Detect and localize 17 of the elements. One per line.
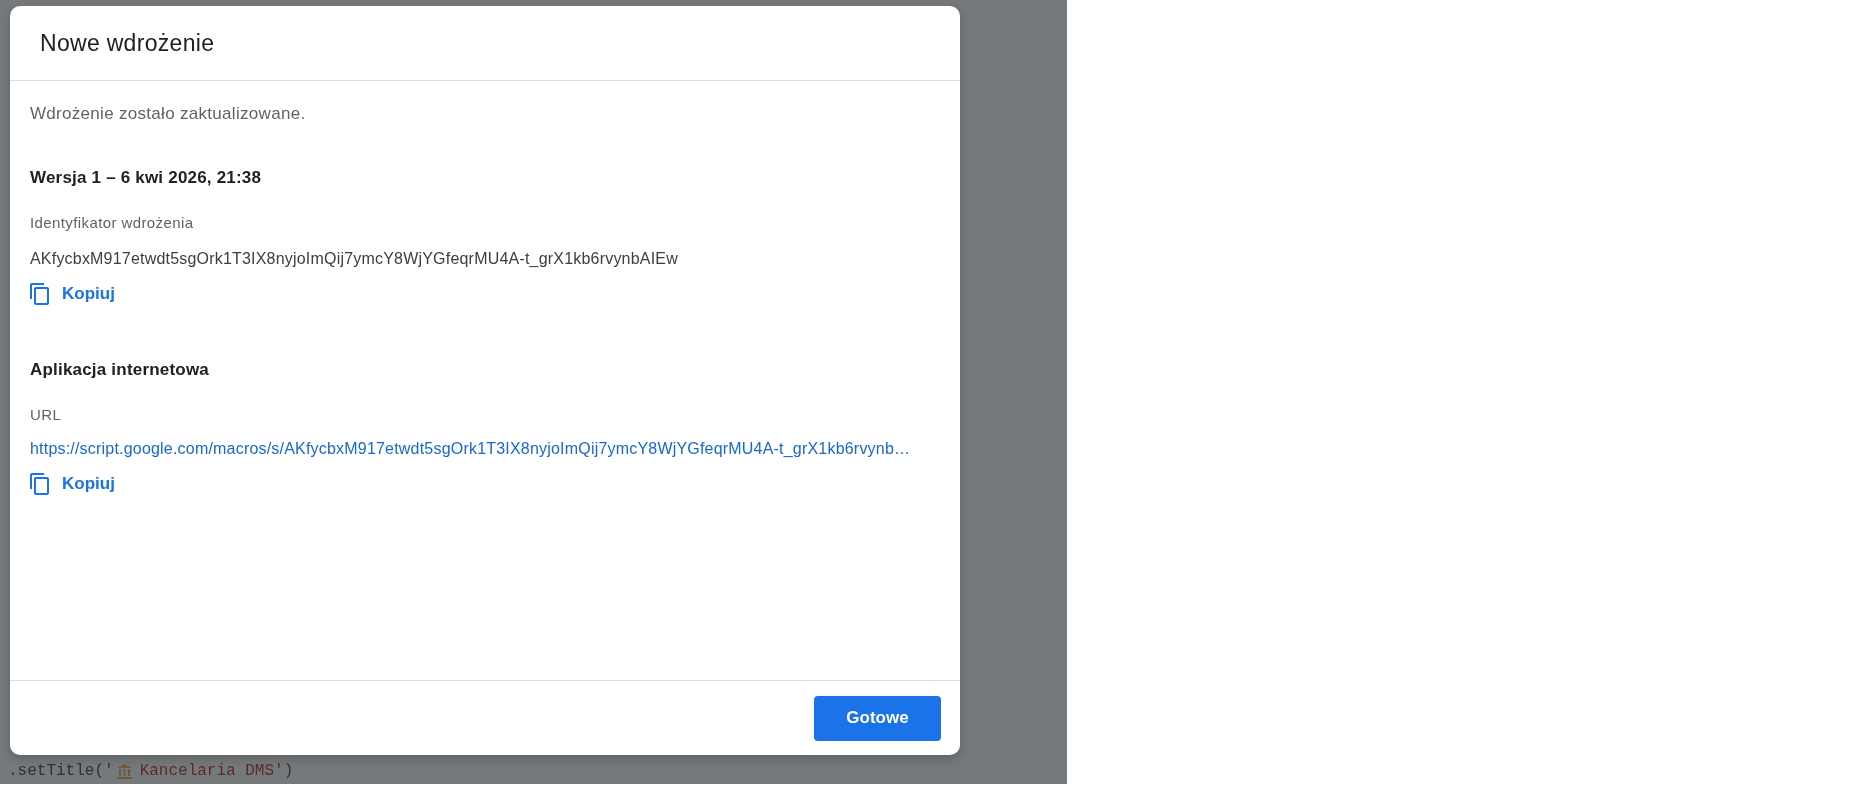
building-icon [116, 763, 132, 779]
section-heading: Wersja 1 – 6 kwi 2026, 21:38 [30, 167, 262, 189]
code-text: ) [283, 762, 294, 780]
url-link[interactable]: https://script.google.com/macros/s/AKfycbxM917etwdt5sgOrk1T3IX8nyjoImQij7ymcY8WjYGfeqrMU4A-t_grX1kb6rvynb… [30, 438, 911, 460]
code-string: Kancelaria DMS' [139, 762, 284, 780]
done-button[interactable]: Gotowe [814, 695, 941, 741]
copy-icon [30, 473, 49, 495]
section-heading: Aplikacja internetowa [30, 359, 209, 381]
deployment-id: AKfycbxM917etwdt5sgOrk1T3IX8nyjoImQij7ymcY8WjYGfeqrMU4A-t_grX1kb6rvynbAIEw [30, 249, 678, 269]
field-label: Identyfikator wdrożenia [30, 213, 194, 233]
dialog-title: Nowe wdrożenie [40, 29, 215, 57]
copy-button[interactable]: Kopiuj [30, 282, 115, 306]
code-text: .setTitle(' [8, 762, 114, 780]
copy-button[interactable]: Kopiuj [30, 472, 115, 496]
status-message: Wdrożenie zostało zaktualizowane. [30, 103, 306, 125]
copy-icon [30, 283, 49, 305]
field-label: URL [30, 405, 62, 425]
